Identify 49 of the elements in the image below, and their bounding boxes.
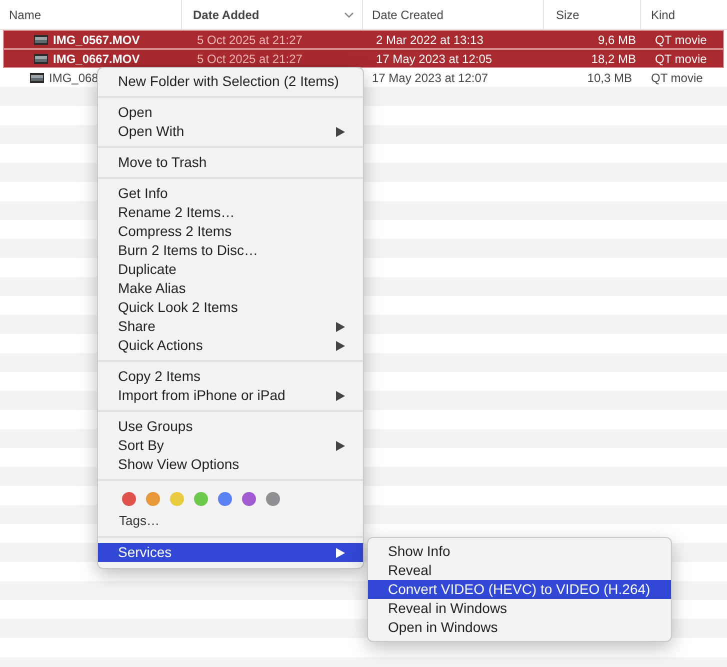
column-header[interactable]: Date Created	[372, 6, 444, 24]
menu-item[interactable]: Tags…	[119, 511, 160, 531]
file-row[interactable]: IMG_0667.MOV 5 Oct 2025 at 21:27 17 May 2023 at 12:05 18,2 MB QT movie	[3, 49, 724, 68]
video-thumbnail-icon	[34, 34, 48, 46]
menu-item[interactable]: Copy 2 Items	[98, 367, 363, 386]
column-header[interactable]: Name	[9, 6, 42, 24]
menu-item[interactable]: Rename 2 Items…	[98, 203, 363, 222]
date-added: 5 Oct 2025 at 21:27	[197, 32, 302, 46]
column-header[interactable]: Date Added	[193, 6, 260, 24]
file-size: 10,3 MB	[587, 70, 632, 84]
menu-item[interactable]: Sort By	[98, 436, 363, 455]
file-name: IMG_0567.MOV	[53, 32, 140, 48]
menu-item[interactable]: Services	[98, 543, 363, 562]
file-size: 18,2 MB	[591, 52, 636, 66]
menu-item[interactable]: Reveal	[368, 561, 671, 580]
menu-item[interactable]: New Folder with Selection (2 Items)	[98, 72, 363, 91]
menu-item[interactable]: Share	[98, 317, 363, 336]
menu-item[interactable]: Reveal in Windows	[368, 599, 671, 618]
menu-item[interactable]: Quick Actions	[98, 336, 363, 355]
date-created: 17 May 2023 at 12:07	[372, 70, 488, 84]
menu-item[interactable]: Open With	[98, 122, 363, 141]
column-header[interactable]: Kind	[651, 6, 676, 24]
menu-item[interactable]: Open	[98, 103, 363, 122]
file-kind: QT movie	[655, 32, 707, 46]
file-name: IMG_068	[49, 70, 98, 86]
menu-item[interactable]: Compress 2 Items	[98, 222, 363, 241]
menu-item[interactable]: Make Alias	[98, 279, 363, 298]
file-row[interactable]: IMG_0567.MOV 5 Oct 2025 at 21:27 2 Mar 2022 at 13:13 9,6 MB QT movie	[3, 30, 724, 49]
video-thumbnail-icon	[34, 52, 48, 64]
column-header[interactable]: Size	[556, 6, 580, 24]
menu-item[interactable]: Get Info	[98, 184, 363, 203]
menu-item[interactable]: Open in Windows	[368, 618, 671, 637]
menu-item[interactable]: Import from iPhone or iPad	[98, 386, 363, 405]
menu-item[interactable]: Show Info	[368, 542, 671, 561]
file-kind: QT movie	[655, 52, 707, 66]
date-created: 17 May 2023 at 12:05	[376, 52, 492, 66]
file-size: 9,6 MB	[598, 32, 636, 46]
menu-item[interactable]: Convert VIDEO (HEVC) to VIDEO (H.264)	[368, 580, 671, 599]
menu-item[interactable]: Show View Options	[98, 455, 363, 474]
menu-item[interactable]: Burn 2 Items to Disc…	[98, 241, 363, 260]
menu-item[interactable]: Use Groups	[98, 417, 363, 436]
file-name: IMG_0667.MOV	[53, 50, 140, 68]
menu-item[interactable]: Quick Look 2 Items	[98, 298, 363, 317]
date-added: 5 Oct 2025 at 21:27	[197, 52, 302, 66]
menu-item[interactable]: Move to Trash	[98, 153, 363, 172]
file-kind: QT movie	[651, 70, 703, 84]
date-created: 2 Mar 2022 at 13:13	[376, 32, 484, 46]
video-thumbnail-icon	[30, 72, 44, 84]
menu-item[interactable]: Duplicate	[98, 260, 363, 279]
